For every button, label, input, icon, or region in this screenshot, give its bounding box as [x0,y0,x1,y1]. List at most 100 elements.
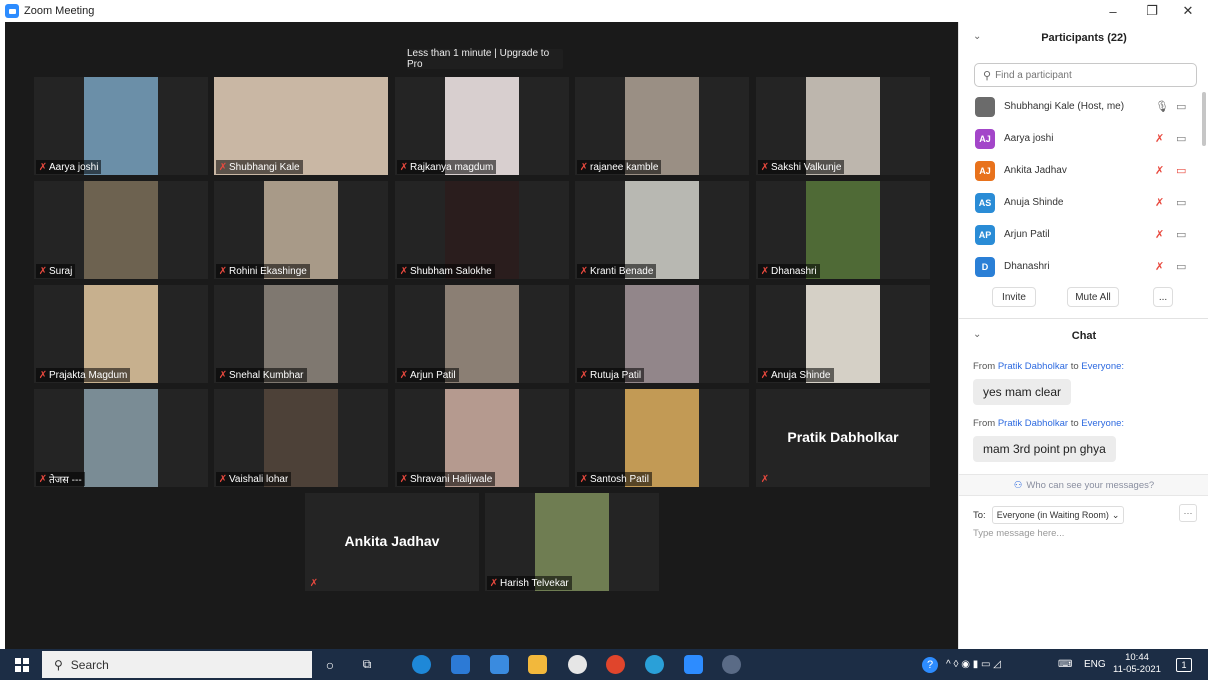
meeting-timer-banner[interactable]: Less than 1 minute | Upgrade to Pro [407,48,563,70]
notification-icon[interactable]: 1 [1176,649,1192,680]
video-tile[interactable]: ✗ Rohini Ekashinge [214,181,388,279]
video-tile[interactable]: ✗ Arjun Patil [395,285,569,383]
participant-search-input[interactable] [995,69,1186,81]
mic-muted-icon: ✗ [760,473,770,485]
video-tile[interactable]: ✗ Suraj [34,181,208,279]
task-view-icon[interactable]: ⧉ [355,649,379,680]
video-gallery: Less than 1 minute | Upgrade to Pro ✗ Aar… [5,22,958,649]
tile-name: rajanee kamble [590,161,659,173]
minimize-button[interactable]: – [1095,0,1131,22]
mic-muted-icon[interactable]: ✗ [1155,228,1164,241]
mic-muted-icon[interactable]: ✗ [1155,260,1164,273]
video-tile[interactable]: ✗ तेजस --- [34,389,208,487]
system-tray-icons[interactable]: ^ ◊ ◉ ▮ ▭ ◿ [946,649,1001,680]
video-tile[interactable]: ✗ Dhanashri [756,181,930,279]
mail-icon[interactable] [451,655,470,674]
tile-name-label: ✗ Arjun Patil [397,368,459,382]
paint-icon[interactable] [722,655,741,674]
collapse-chevron-icon[interactable]: ⌄ [973,31,981,42]
dropbox-icon[interactable] [490,655,509,674]
close-button[interactable]: ✕ [1170,0,1206,22]
video-tile[interactable]: ✗ Anuja Shinde [756,285,930,383]
recipient-dropdown[interactable]: Everyone (in Waiting Room) ⌄ [991,506,1125,524]
tile-name-label: ✗ Rohini Ekashinge [216,264,310,278]
tile-name: Suraj [49,265,73,277]
mic-muted-icon: ✗ [760,265,770,277]
mic-muted-icon[interactable]: ✗ [1155,196,1164,209]
obs-icon[interactable] [568,655,587,674]
camera-off-icon[interactable]: ▭ [1176,164,1186,177]
tile-name: Arjun Patil [410,369,456,381]
camera-icon[interactable]: ▭ [1176,228,1186,241]
video-tile[interactable]: ✗ Prajakta Magdum [34,285,208,383]
invite-button[interactable]: Invite [992,287,1036,307]
participant-row[interactable]: AJ Ankita Jadhav ✗ ▭ [959,156,1208,188]
avatar [975,97,995,117]
participant-list-scrollbar[interactable] [1202,92,1206,146]
video-tile[interactable]: ✗ rajanee kamble [575,77,749,175]
cortana-icon[interactable]: ○ [318,649,342,680]
help-icon[interactable]: ? [922,649,938,680]
windows-start-icon[interactable] [8,649,36,680]
video-tile[interactable]: ✗ Rajkanya magdum [395,77,569,175]
video-tile[interactable]: ✗ Snehal Kumbhar [214,285,388,383]
tile-name-label: ✗ Harish Telvekar [487,576,572,590]
mic-icon[interactable]: 🎙 [1155,100,1169,113]
chrome-icon[interactable] [606,655,625,674]
who-can-see-link[interactable]: ⚇ Who can see your messages? [959,474,1208,496]
chat-input[interactable]: Type message here... [973,528,1064,539]
video-tile[interactable]: ✗ Shubhangi Kale [214,77,388,175]
participant-row[interactable]: Shubhangi Kale (Host, me) 🎙 ▭ [959,92,1208,124]
video-tile[interactable]: ✗ Aarya joshi [34,77,208,175]
participant-row[interactable]: D Dhanashri ✗ ▭ [959,252,1208,284]
participant-row[interactable]: AP Arjun Patil ✗ ▭ [959,220,1208,252]
taskbar-search[interactable]: ⚲ Search [42,651,312,678]
chat-more-button[interactable]: ··· [1179,504,1197,522]
mic-muted-icon[interactable]: ✗ [1155,164,1164,177]
participants-more-button[interactable]: ... [1153,287,1173,307]
video-tile[interactable]: ✗ Rutuja Patil [575,285,749,383]
video-tile[interactable]: ✗ Vaishali lohar [214,389,388,487]
chevron-down-icon: ⌄ [1111,509,1120,520]
file-explorer-icon[interactable] [528,655,547,674]
camera-icon[interactable]: ▭ [1176,260,1186,273]
camera-icon[interactable]: ▭ [1176,132,1186,145]
mic-muted-icon: ✗ [489,577,499,589]
video-tile[interactable]: ✗ Shubham Salokhe [395,181,569,279]
maximize-button[interactable]: ❐ [1134,0,1170,22]
participant-row[interactable]: AS Anuja Shinde ✗ ▭ [959,188,1208,220]
video-tile[interactable]: Pratik Dabholkar ✗ [756,389,930,487]
participant-search[interactable]: ⚲ [974,63,1197,87]
mic-muted-icon: ✗ [38,265,48,277]
zoom-taskbar-icon[interactable] [684,655,703,674]
camera-icon[interactable]: ▭ [1176,196,1186,209]
video-tile[interactable]: ✗ Santosh Patil [575,389,749,487]
mic-muted-icon: ✗ [218,369,228,381]
video-tile[interactable]: Ankita Jadhav ✗ [305,493,479,591]
video-tile[interactable]: ✗ Sakshi Valkunje [756,77,930,175]
zoom-window: Zoom Meeting – ❐ ✕ Less than 1 minute | … [0,0,1208,680]
language-indicator[interactable]: ENG [1084,649,1106,680]
video-tile[interactable]: ✗ Shravani Halijwale [395,389,569,487]
collapse-chevron-icon[interactable]: ⌄ [973,329,981,340]
tile-name-label: ✗ Shubhangi Kale [216,160,303,174]
title-bar: Zoom Meeting – ❐ ✕ [0,0,1208,22]
edge-icon[interactable] [412,655,431,674]
video-tile[interactable]: ✗ Kranti Benade [575,181,749,279]
taskbar-clock[interactable]: 10:44 11-05-2021 [1112,652,1162,676]
tile-name-label: ✗ तेजस --- [36,472,85,486]
participant-name: Arjun Patil [1004,229,1050,240]
video-tile[interactable]: ✗ Harish Telvekar [485,493,659,591]
tile-name-label: ✗ Rutuja Patil [577,368,645,382]
mute-all-button[interactable]: Mute All [1067,287,1119,307]
mic-muted-icon[interactable]: ✗ [1155,132,1164,145]
tile-name: Santosh Patil [590,473,649,485]
tile-name-label: ✗ Anuja Shinde [758,368,834,382]
participant-row[interactable]: AJ Aarya joshi ✗ ▭ [959,124,1208,156]
tile-name: Dhanashri [771,265,817,277]
tile-name: Sakshi Valkunje [771,161,842,173]
keyboard-icon[interactable]: ⌨ [1058,649,1072,680]
camera-icon[interactable]: ▭ [1176,100,1186,113]
chat-message-bubble: mam 3rd point pn ghya [973,436,1116,462]
edge-icon[interactable] [645,655,664,674]
